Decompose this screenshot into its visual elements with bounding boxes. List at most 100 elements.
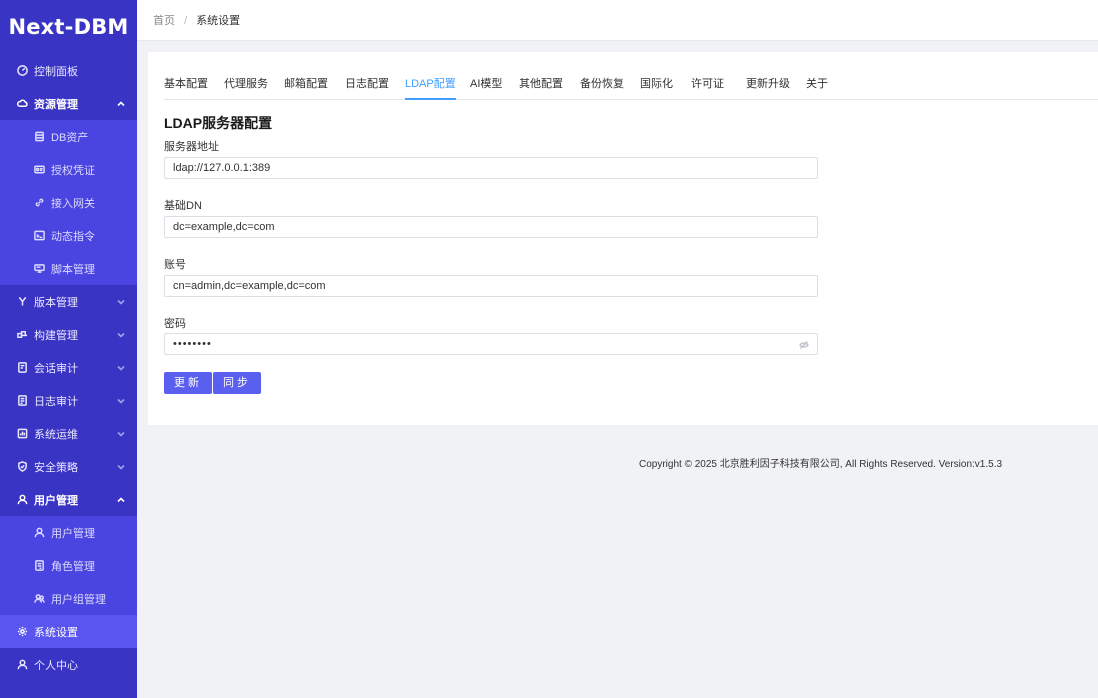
tab-basic[interactable]: 基本配置	[164, 75, 208, 100]
chevron-up-icon	[117, 495, 125, 503]
chevron-down-icon	[117, 396, 125, 404]
build-icon	[16, 329, 28, 341]
sidebar-item-system-settings[interactable]: 系统设置	[0, 615, 137, 648]
server-address-label: 服务器地址	[164, 141, 219, 153]
sidebar-item-label: 日志审计	[34, 395, 78, 408]
user-icon	[33, 527, 45, 539]
credential-icon	[33, 164, 45, 176]
sidebar-item-label: 资源管理	[34, 98, 78, 111]
user-icon	[16, 494, 28, 506]
chevron-down-icon	[117, 462, 125, 470]
tab-email[interactable]: 邮箱配置	[284, 75, 328, 100]
settings-tabs: 基本配置 代理服务 邮箱配置 日志配置 LDAP配置 AI模型 其他配置 备份恢…	[164, 75, 1098, 100]
top-bar: 首页 / 系统设置	[137, 0, 1098, 41]
tab-ldap[interactable]: LDAP配置	[405, 75, 456, 100]
sidebar-item-label: 用户管理	[51, 527, 95, 540]
tab-ai-model[interactable]: AI模型	[470, 75, 502, 100]
breadcrumb: 首页 / 系统设置	[153, 12, 240, 28]
chevron-down-icon	[117, 297, 125, 305]
password-label: 密码	[164, 318, 186, 330]
sidebar-item-label: 控制面板	[34, 65, 78, 78]
chevron-up-icon	[117, 99, 125, 107]
sidebar-item-label: 用户组管理	[51, 593, 106, 606]
sidebar-item-dashboard[interactable]: 控制面板	[0, 54, 137, 87]
app-logo: Next-DBM	[8, 15, 129, 39]
role-icon	[33, 560, 45, 572]
sidebar-item-resources[interactable]: 资源管理	[0, 87, 137, 120]
base-dn-label: 基础DN	[164, 200, 202, 212]
password-field[interactable]: ••••••••	[164, 333, 818, 355]
sidebar-item-label: 系统运维	[34, 428, 78, 441]
sidebar-item-label: 构建管理	[34, 329, 78, 342]
update-button[interactable]: 更新	[164, 372, 212, 394]
section-title: LDAP服务器配置	[164, 115, 273, 131]
eye-off-icon[interactable]	[799, 339, 809, 349]
sidebar-item-label: 版本管理	[34, 296, 78, 309]
sidebar-menu: 控制面板 资源管理 DB资产 授权凭证 接入网关 动态指令 脚本管理 版本管理 …	[0, 54, 137, 681]
sidebar-item-security[interactable]: 安全策略	[0, 450, 137, 483]
sidebar-item-ops[interactable]: 系统运维	[0, 417, 137, 450]
audit-icon	[16, 362, 28, 374]
tab-log[interactable]: 日志配置	[345, 75, 389, 100]
sidebar-item-users[interactable]: 用户管理	[0, 516, 137, 549]
tab-about[interactable]: 关于	[806, 75, 828, 100]
sidebar-item-scripts[interactable]: 脚本管理	[0, 252, 137, 285]
breadcrumb-home[interactable]: 首页	[153, 15, 175, 27]
sidebar-item-label: 脚本管理	[51, 263, 95, 276]
person-icon	[16, 659, 28, 671]
sidebar-item-profile[interactable]: 个人中心	[0, 648, 137, 681]
base-dn-input[interactable]	[164, 216, 818, 238]
server-address-input[interactable]	[164, 157, 818, 179]
chevron-down-icon	[117, 429, 125, 437]
sidebar-item-label: 会话审计	[34, 362, 78, 375]
sidebar-item-log-audit[interactable]: 日志审计	[0, 384, 137, 417]
sidebar-item-label: DB资产	[51, 131, 89, 144]
dashboard-icon	[16, 65, 28, 77]
group-icon	[33, 593, 45, 605]
settings-card: 基本配置 代理服务 邮箱配置 日志配置 LDAP配置 AI模型 其他配置 备份恢…	[148, 52, 1098, 425]
chevron-down-icon	[117, 330, 125, 338]
sidebar-item-label: 用户管理	[34, 494, 78, 507]
sidebar: Next-DBM 控制面板 资源管理 DB资产 授权凭证 接入网关 动态指令 脚…	[0, 0, 137, 698]
tab-proxy[interactable]: 代理服务	[224, 75, 268, 100]
link-icon	[33, 197, 45, 209]
sidebar-item-label: 授权凭证	[51, 164, 95, 177]
sidebar-item-label: 个人中心	[34, 659, 78, 672]
sidebar-item-gateway[interactable]: 接入网关	[0, 186, 137, 219]
script-icon	[33, 263, 45, 275]
chevron-down-icon	[117, 363, 125, 371]
sidebar-item-credentials[interactable]: 授权凭证	[0, 153, 137, 186]
sync-button[interactable]: 同步	[213, 372, 261, 394]
branch-icon	[16, 296, 28, 308]
ops-icon	[16, 428, 28, 440]
tab-license[interactable]: 许可证	[691, 75, 724, 100]
log-icon	[16, 395, 28, 407]
password-mask: ••••••••	[173, 338, 212, 350]
sidebar-item-user-groups[interactable]: 用户组管理	[0, 582, 137, 615]
gear-icon	[16, 626, 28, 638]
sidebar-item-label: 动态指令	[51, 230, 95, 243]
tab-backup[interactable]: 备份恢复	[580, 75, 624, 100]
tab-other[interactable]: 其他配置	[519, 75, 563, 100]
sidebar-item-label: 安全策略	[34, 461, 78, 474]
database-icon	[33, 131, 45, 143]
sidebar-item-label: 角色管理	[51, 560, 95, 573]
account-label: 账号	[164, 259, 186, 271]
terminal-icon	[33, 230, 45, 242]
shield-icon	[16, 461, 28, 473]
sidebar-item-builds[interactable]: 构建管理	[0, 318, 137, 351]
sidebar-item-label: 接入网关	[51, 197, 95, 210]
sidebar-item-user-mgmt[interactable]: 用户管理	[0, 483, 137, 516]
sidebar-item-session-audit[interactable]: 会话审计	[0, 351, 137, 384]
breadcrumb-separator: /	[184, 15, 188, 27]
footer-copyright: Copyright © 2025 北京胜利因子科技有限公司, All Right…	[639, 459, 1003, 470]
tab-i18n[interactable]: 国际化	[640, 75, 673, 100]
sidebar-item-versions[interactable]: 版本管理	[0, 285, 137, 318]
tab-upgrade[interactable]: 更新升级	[746, 75, 790, 100]
sidebar-item-db-assets[interactable]: DB资产	[0, 120, 137, 153]
sidebar-item-label: 系统设置	[34, 626, 78, 639]
account-input[interactable]	[164, 275, 818, 297]
sidebar-item-roles[interactable]: 角色管理	[0, 549, 137, 582]
cloud-icon	[16, 98, 28, 110]
sidebar-item-commands[interactable]: 动态指令	[0, 219, 137, 252]
